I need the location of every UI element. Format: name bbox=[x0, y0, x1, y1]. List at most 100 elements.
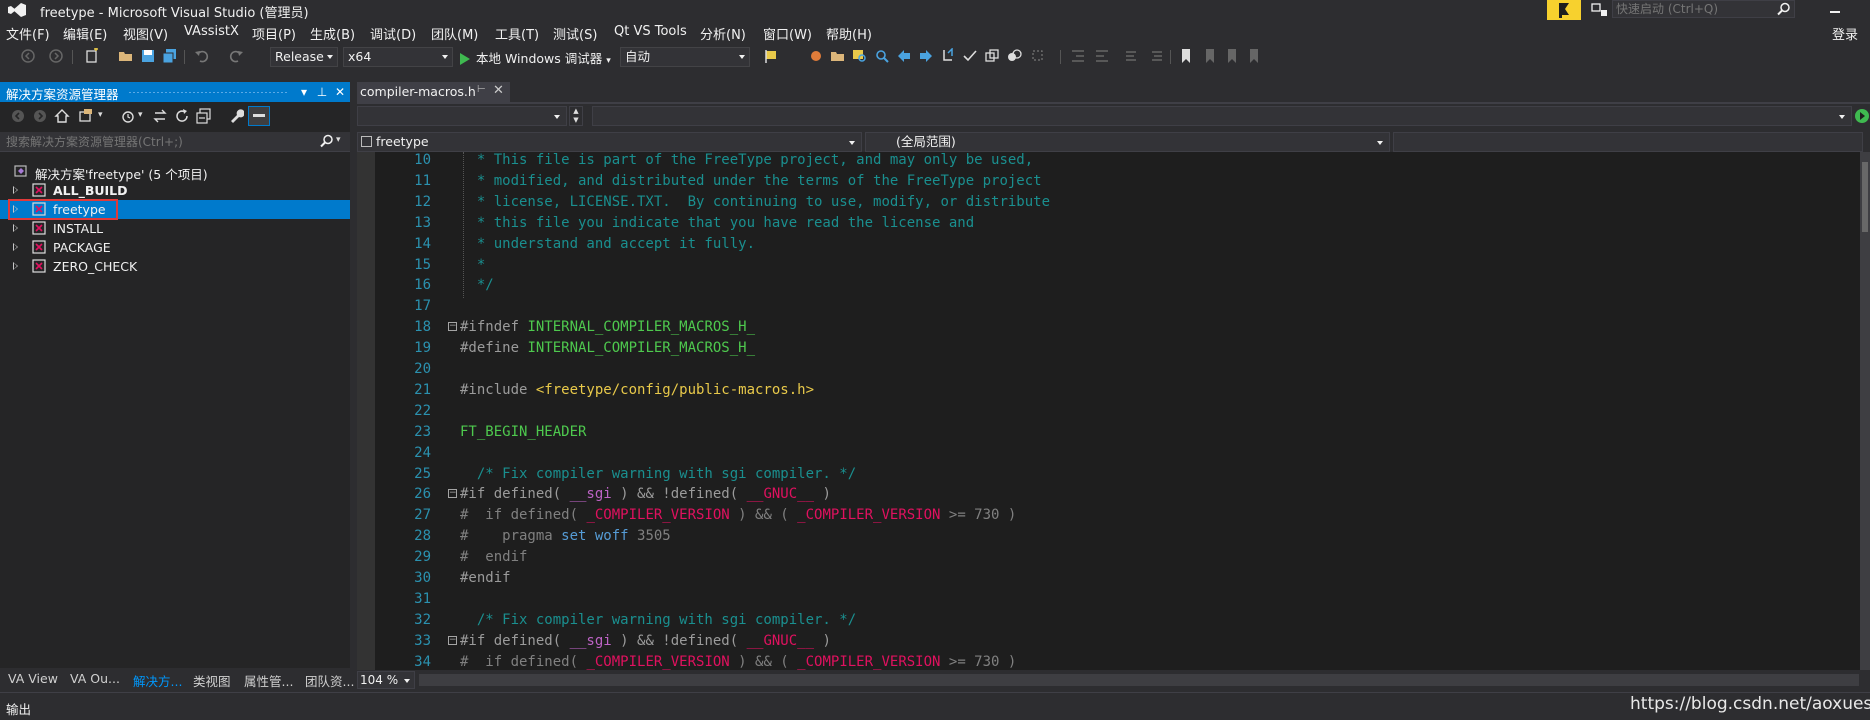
code-line[interactable]: 33 − #if defined( __sgi ) && !defined( __G… bbox=[357, 631, 1857, 652]
tool-tab[interactable]: 属性管... bbox=[244, 671, 293, 690]
code-line[interactable]: 16 */ bbox=[357, 275, 1857, 296]
chevron-down-icon[interactable]: ▾ bbox=[138, 110, 143, 120]
collapse-all-icon[interactable] bbox=[196, 108, 212, 124]
expand-arrow-icon[interactable] bbox=[13, 224, 18, 232]
open-file-icon[interactable] bbox=[940, 48, 956, 64]
overflow-icon[interactable] bbox=[1030, 48, 1046, 64]
close-icon[interactable]: ✕ bbox=[332, 83, 348, 101]
project-node-freetype[interactable]: freetype bbox=[0, 199, 350, 220]
comment-icon[interactable] bbox=[1124, 48, 1140, 64]
drag-grip[interactable] bbox=[128, 91, 288, 94]
find-symbol-icon[interactable] bbox=[852, 48, 868, 64]
menu-item[interactable]: 团队(M) bbox=[431, 24, 478, 43]
code-line[interactable]: 29 # endif bbox=[357, 547, 1857, 568]
tool-tab[interactable]: 团队资... bbox=[305, 671, 354, 690]
prev-bookmark-icon[interactable] bbox=[1202, 48, 1218, 64]
indent-icon[interactable] bbox=[1070, 48, 1086, 64]
code-line[interactable]: 17 bbox=[357, 296, 1857, 317]
code-line[interactable]: 32 /* Fix compiler warning with sgi comp… bbox=[357, 610, 1857, 631]
project-node-package[interactable]: PACKAGE bbox=[0, 238, 350, 257]
spin-button[interactable]: ▲ ▼ bbox=[569, 106, 583, 126]
home-icon[interactable] bbox=[54, 108, 70, 124]
sign-in-link[interactable]: 登录 bbox=[1832, 24, 1858, 43]
code-line[interactable]: 27 # if defined( _COMPILER_VERSION ) && (… bbox=[357, 505, 1857, 526]
close-icon[interactable]: ✕ bbox=[493, 83, 504, 98]
menu-item[interactable]: Qt VS Tools bbox=[614, 24, 687, 39]
quick-launch-box[interactable] bbox=[1612, 0, 1795, 18]
goto-icon[interactable] bbox=[896, 48, 912, 64]
zoom-select[interactable]: 104 % bbox=[357, 671, 415, 689]
code-line[interactable]: 14 * understand and accept it fully. bbox=[357, 234, 1857, 255]
vertical-scrollbar[interactable] bbox=[1860, 152, 1870, 670]
forward-icon[interactable] bbox=[32, 108, 48, 124]
code-editor[interactable]: 10 * This file is part of the FreeType p… bbox=[357, 152, 1860, 670]
new-project-icon[interactable] bbox=[84, 48, 100, 64]
solution-search-input[interactable] bbox=[6, 133, 306, 151]
expand-arrow-icon[interactable] bbox=[13, 262, 18, 270]
toggle-icon[interactable] bbox=[1006, 48, 1022, 64]
scroll-thumb[interactable] bbox=[1862, 162, 1868, 232]
tool-tab[interactable]: VA View bbox=[8, 671, 58, 686]
project-node-install[interactable]: INSTALL bbox=[0, 219, 350, 238]
code-line[interactable]: 26 − #if defined( __sgi ) && !defined( __G… bbox=[357, 484, 1857, 505]
menu-item[interactable]: VAssistX bbox=[184, 24, 239, 39]
save-icon[interactable] bbox=[140, 48, 156, 64]
refresh-icon[interactable] bbox=[174, 108, 190, 124]
member-combo[interactable] bbox=[1393, 132, 1863, 152]
goto-related-icon[interactable] bbox=[918, 48, 934, 64]
bookmark-icon[interactable] bbox=[1178, 48, 1194, 64]
va-context-combo[interactable] bbox=[357, 106, 567, 126]
platform-select[interactable]: x64 bbox=[343, 47, 453, 67]
code-line[interactable]: 30 #endif bbox=[357, 568, 1857, 589]
menu-item[interactable]: 文件(F) bbox=[6, 24, 50, 43]
back-icon[interactable] bbox=[10, 108, 26, 124]
solution-root-node[interactable]: 解决方案'freetype' (5 个项目) bbox=[0, 162, 350, 182]
menu-item[interactable]: 视图(V) bbox=[123, 24, 168, 43]
scope-combo[interactable]: (全局范围) bbox=[865, 132, 1390, 152]
code-line[interactable]: 19 #define INTERNAL_COMPILER_MACROS_H_ bbox=[357, 338, 1857, 359]
code-line[interactable]: 13 * this file you indicate that you hav… bbox=[357, 213, 1857, 234]
tool-tab[interactable]: VA Ou... bbox=[70, 671, 120, 686]
tab-compiler-macros[interactable]: compiler-macros.h ⊢ ✕ bbox=[357, 82, 510, 102]
menu-item[interactable]: 生成(B) bbox=[310, 24, 355, 43]
notifications-button[interactable] bbox=[1547, 0, 1581, 20]
project-node-zero-check[interactable]: ZERO_CHECK bbox=[0, 257, 350, 276]
code-line[interactable]: 12 * license, LICENSE.TXT. By continuing… bbox=[357, 192, 1857, 213]
expand-arrow-icon[interactable] bbox=[13, 186, 18, 194]
save-all-icon[interactable] bbox=[162, 48, 178, 64]
menu-item[interactable]: 编辑(E) bbox=[63, 24, 107, 43]
code-line[interactable]: 34 # if defined( _COMPILER_VERSION ) && (… bbox=[357, 652, 1857, 670]
chevron-down-icon[interactable]: ▾ bbox=[98, 110, 103, 120]
solution-search-box[interactable]: ▾ bbox=[0, 132, 350, 152]
menu-item[interactable]: 测试(S) bbox=[553, 24, 597, 43]
refactor-icon[interactable] bbox=[984, 48, 1000, 64]
menu-item[interactable]: 工具(T) bbox=[495, 24, 539, 43]
outdent-icon[interactable] bbox=[1094, 48, 1110, 64]
code-line[interactable]: 28 # pragma set woff 3505 bbox=[357, 526, 1857, 547]
menu-item[interactable]: 帮助(H) bbox=[826, 24, 872, 43]
code-line[interactable]: 21 #include <freetype/config/public-macro… bbox=[357, 380, 1857, 401]
menu-item[interactable]: 调试(D) bbox=[370, 24, 416, 43]
window-position-icon[interactable]: ▾ bbox=[296, 83, 312, 101]
open-folder-icon[interactable] bbox=[118, 48, 134, 64]
panel-splitter[interactable] bbox=[350, 82, 357, 692]
code-line[interactable]: 25 /* Fix compiler warning with sgi comp… bbox=[357, 464, 1857, 485]
quick-launch-input[interactable] bbox=[1616, 1, 1766, 17]
va-definition-combo[interactable] bbox=[592, 106, 1852, 126]
forward-icon[interactable] bbox=[48, 48, 64, 64]
sync-icon[interactable] bbox=[152, 108, 168, 124]
collapse-region-icon[interactable]: − bbox=[448, 322, 457, 332]
code-line[interactable]: 15 * bbox=[357, 255, 1857, 276]
code-line[interactable]: 22 bbox=[357, 401, 1857, 422]
start-debugging-button[interactable]: 本地 Windows 调试器 ▾ bbox=[460, 48, 611, 66]
horizontal-scrollbar[interactable] bbox=[419, 674, 1859, 686]
configuration-select[interactable]: Release bbox=[270, 47, 338, 67]
project-combo[interactable]: freetype bbox=[357, 132, 862, 152]
redo-icon[interactable] bbox=[228, 48, 244, 64]
clear-bookmarks-icon[interactable] bbox=[1246, 48, 1262, 64]
expand-arrow-icon[interactable] bbox=[13, 243, 18, 251]
minimize-button[interactable] bbox=[1820, 0, 1850, 20]
tool-tab[interactable]: 类视图 bbox=[193, 671, 231, 690]
uncomment-icon[interactable] bbox=[1148, 48, 1164, 64]
chevron-down-icon[interactable]: ▾ bbox=[606, 56, 611, 66]
